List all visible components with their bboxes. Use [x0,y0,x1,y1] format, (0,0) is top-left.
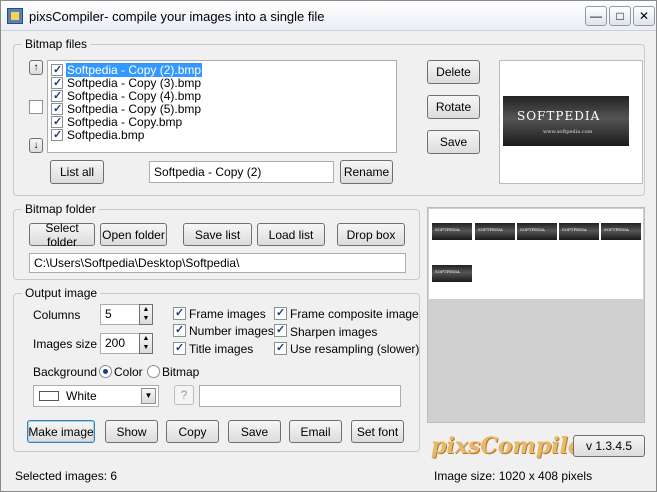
sharpen-images-label: Sharpen images [290,325,378,339]
bitmap-file-list[interactable]: Softpedia - Copy (2).bmp Softpedia - Cop… [47,60,397,153]
select-all-checkbox[interactable] [29,100,43,114]
load-list-button[interactable]: Load list [257,223,325,246]
rotate-button[interactable]: Rotate [427,95,480,119]
spin-up-icon: ▲ [142,335,150,342]
maximize-button[interactable]: □ [609,6,631,26]
file-name: Softpedia - Copy.bmp [67,115,183,129]
spin-down-icon: ▼ [142,315,150,322]
columns-label: Columns [33,308,81,322]
color-radio-label: Color [114,365,143,379]
app-icon [7,8,23,24]
frame-composite-label: Frame composite image [290,307,419,321]
list-all-button[interactable]: List all [50,160,104,184]
use-resampling-checkbox[interactable] [274,341,287,355]
selected-images-status: Selected images: 6 [15,469,118,483]
selected-image-preview: SOFTPEDIA www.softpedia.com [499,60,643,184]
bitmap-files-label: Bitmap files [22,37,91,51]
output-image-label: Output image [22,286,101,300]
drop-box-button[interactable]: Drop box [337,223,405,246]
show-button[interactable]: Show [105,420,158,443]
frame-images-checkbox[interactable] [173,306,186,320]
arrow-down-icon: ↓ [33,140,39,151]
save-file-button[interactable]: Save [427,130,480,154]
app-window: pixsCompiler- compile your images into a… [0,0,657,492]
sharpen-images-checkbox[interactable] [274,323,287,337]
frame-images-label: Frame images [189,307,266,321]
columns-input[interactable]: 5 [100,304,140,325]
number-images-checkbox[interactable] [173,323,186,337]
delete-button[interactable]: Delete [427,60,480,84]
composite-preview: SOFTPEDIA SOFTPEDIA SOFTPEDIA SOFTPEDIA … [427,207,645,423]
use-resampling-label: Use resampling (slower) [290,342,420,356]
list-item[interactable]: Softpedia.bmp [48,128,396,142]
copy-button[interactable]: Copy [166,420,219,443]
thumbnail-image: SOFTPEDIA [601,223,641,240]
composite-canvas: SOFTPEDIA SOFTPEDIA SOFTPEDIA SOFTPEDIA … [429,209,643,299]
background-bitmap-radio[interactable] [147,365,160,378]
file-checkbox[interactable] [51,63,63,76]
thumbnail-image: SOFTPEDIA [475,223,515,240]
title-images-checkbox[interactable] [173,341,186,355]
arrow-up-icon: ↑ [33,62,39,73]
move-down-button[interactable]: ↓ [29,138,43,153]
file-checkbox[interactable] [51,128,63,141]
file-name: Softpedia - Copy (4).bmp [67,89,202,103]
title-images-label: Title images [189,342,254,356]
file-name: Softpedia - Copy (2).bmp [66,63,203,77]
open-folder-button[interactable]: Open folder [100,223,167,246]
move-up-button[interactable]: ↑ [29,60,43,75]
close-icon: ✕ [638,9,650,23]
images-size-spinner[interactable]: ▲ ▼ [139,333,153,354]
rename-input[interactable]: Softpedia - Copy (2) [149,161,334,183]
logo-text: SOFTPEDIA [517,109,601,123]
bitmap-folder-label: Bitmap folder [22,202,99,216]
images-size-label: Images size [33,337,98,351]
pixscompiler-logo: pixsCompiler [431,433,594,459]
set-font-button[interactable]: Set font [351,420,404,443]
file-name: Softpedia - Copy (5).bmp [67,102,202,116]
select-folder-button[interactable]: Select folder [29,221,95,249]
save-output-button[interactable]: Save [228,420,281,443]
background-label: Background [33,365,98,379]
softpedia-logo: SOFTPEDIA www.softpedia.com [503,96,629,146]
spin-down-icon: ▼ [142,344,150,351]
logo-url: www.softpedia.com [543,129,593,135]
frame-composite-checkbox[interactable] [274,306,287,320]
thumbnail-image: SOFTPEDIA [432,223,472,240]
images-size-input[interactable]: 200 [100,333,140,354]
file-name: Softpedia - Copy (3).bmp [67,76,202,90]
number-images-label: Number images [189,324,274,338]
save-list-button[interactable]: Save list [183,223,252,246]
title-bar: pixsCompiler- compile your images into a… [1,1,656,31]
color-swatch [39,391,59,401]
chevron-down-icon: ▼ [141,388,156,404]
minimize-button[interactable]: — [585,6,607,26]
minimize-icon: — [590,9,602,23]
thumbnail-image: SOFTPEDIA [559,223,599,240]
email-button[interactable]: Email [289,420,342,443]
thumbnail-image: SOFTPEDIA [432,265,472,282]
rename-button[interactable]: Rename [340,160,393,184]
maximize-icon: □ [616,9,624,23]
file-name: Softpedia.bmp [67,128,145,142]
folder-path-input[interactable]: C:\Users\Softpedia\Desktop\Softpedia\ [29,253,406,273]
thumbnail-image: SOFTPEDIA [517,223,557,240]
file-checkbox[interactable] [51,102,63,115]
image-size-status: Image size: 1020 x 408 pixels [434,469,593,483]
color-select[interactable]: White ▼ [33,385,159,407]
spin-up-icon: ▲ [142,306,150,313]
make-image-button[interactable]: Make image [27,420,95,443]
bitmap-radio-label: Bitmap [162,365,200,379]
version-button[interactable]: v 1.3.4.5 [573,435,645,457]
background-color-radio[interactable] [99,365,112,378]
bitmap-browse-button[interactable]: ? [174,385,194,405]
file-checkbox[interactable] [51,115,63,128]
window-title: pixsCompiler- compile your images into a… [29,9,325,24]
file-checkbox[interactable] [51,76,63,89]
bitmap-path-input[interactable] [199,385,401,407]
close-button[interactable]: ✕ [633,6,655,26]
file-checkbox[interactable] [51,89,63,102]
columns-spinner[interactable]: ▲ ▼ [139,304,153,325]
color-select-value: White [66,389,97,403]
